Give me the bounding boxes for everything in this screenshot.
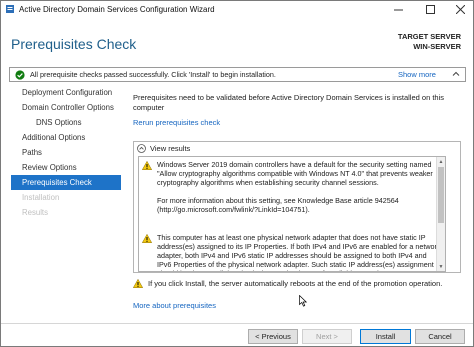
cancel-button[interactable]: Cancel (415, 329, 465, 344)
chevron-up-icon[interactable] (451, 69, 461, 79)
main-content: Prerequisites need to be validated befor… (133, 93, 463, 127)
results-list[interactable]: Windows Server 2019 domain controllers h… (138, 156, 446, 272)
intro-text: Prerequisites need to be validated befor… (133, 93, 444, 112)
more-about-prerequisites-link[interactable]: More about prerequisites (133, 301, 216, 310)
show-more-link[interactable]: Show more (398, 70, 436, 79)
minimize-icon (393, 9, 403, 10)
success-check-icon (15, 69, 25, 80)
results-scrollbar[interactable]: ▲ ▼ (436, 157, 445, 271)
nav-item-deployment-configuration[interactable]: Deployment Configuration (11, 85, 121, 100)
maximize-button[interactable] (415, 1, 445, 17)
status-infobar: All prerequisite checks passed successfu… (9, 67, 466, 82)
warning-icon (133, 279, 143, 288)
nav-item-prerequisites-check[interactable]: Prerequisites Check (11, 175, 121, 190)
rerun-prerequisites-link[interactable]: Rerun prerequisites check (133, 118, 220, 127)
install-button[interactable]: Install (360, 329, 411, 344)
next-button[interactable]: Next > (302, 329, 352, 344)
wizard-nav: Deployment Configuration Domain Controll… (11, 85, 121, 220)
collapse-chevron-icon[interactable] (137, 144, 146, 153)
title-bar[interactable]: Active Directory Domain Services Configu… (1, 1, 473, 17)
results-header[interactable]: View results (137, 144, 190, 153)
scroll-down-arrow-icon[interactable]: ▼ (437, 262, 445, 271)
nav-item-results: Results (22, 208, 48, 217)
result-paragraph: Windows Server 2019 domain controllers h… (157, 160, 433, 187)
wizard-window: Active Directory Domain Services Configu… (0, 0, 474, 347)
nav-item-installation: Installation (22, 193, 60, 202)
result-paragraph: This computer has at least one physical … (157, 233, 441, 271)
footer-divider (1, 323, 473, 324)
scroll-thumb[interactable] (438, 167, 444, 223)
result-text: Windows Server 2019 domain controllers h… (157, 160, 441, 223)
result-paragraph: For more information about this setting,… (157, 196, 399, 214)
reboot-notice: If you click Install, the server automat… (133, 279, 442, 288)
target-server-label: TARGET SERVER (397, 32, 461, 41)
minimize-button[interactable] (383, 1, 413, 17)
reboot-notice-text: If you click Install, the server automat… (148, 279, 443, 288)
previous-button[interactable]: < Previous (248, 329, 298, 344)
nav-item-dns-options[interactable]: DNS Options (11, 115, 121, 130)
nav-item-review-options[interactable]: Review Options (11, 160, 121, 175)
result-item: Windows Server 2019 domain controllers h… (139, 160, 445, 230)
result-item: This computer has at least one physical … (139, 233, 445, 271)
warning-icon (142, 234, 152, 243)
result-text: This computer has at least one physical … (157, 233, 441, 271)
warning-icon (142, 161, 152, 170)
server-wizard-icon (6, 5, 14, 13)
nav-item-paths[interactable]: Paths (11, 145, 121, 160)
results-panel: View results Windows Server 2019 domain … (133, 141, 461, 273)
nav-item-domain-controller-options[interactable]: Domain Controller Options (11, 100, 121, 115)
results-title: View results (150, 144, 191, 153)
scroll-up-arrow-icon[interactable]: ▲ (437, 157, 445, 166)
target-server-name: WIN-SERVER (413, 42, 461, 51)
status-message: All prerequisite checks passed successfu… (30, 70, 276, 79)
window-title: Active Directory Domain Services Configu… (19, 4, 215, 14)
close-icon (455, 4, 465, 14)
nav-item-additional-options[interactable]: Additional Options (11, 130, 121, 145)
maximize-icon (425, 4, 435, 14)
page-title: Prerequisites Check (11, 36, 137, 52)
mouse-cursor-icon (299, 295, 307, 307)
close-button[interactable] (445, 1, 474, 17)
